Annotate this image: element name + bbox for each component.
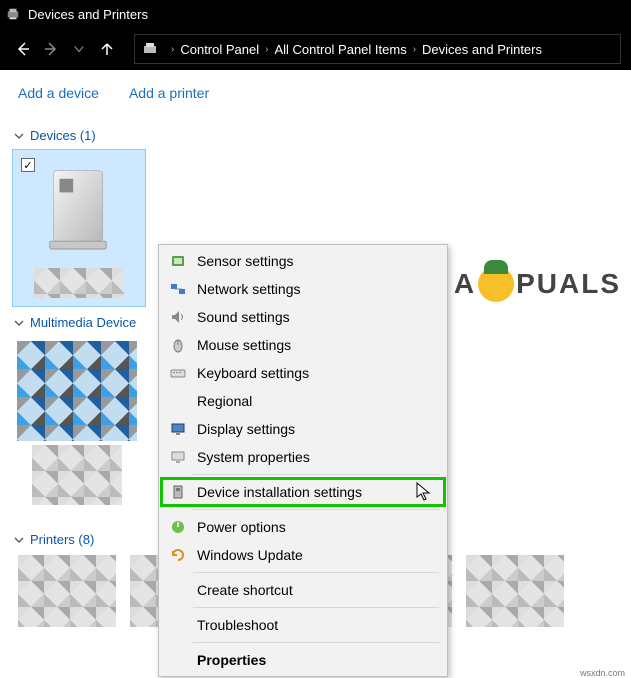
printer-icon xyxy=(141,40,159,58)
system-icon xyxy=(167,448,189,466)
device-label xyxy=(17,445,137,505)
command-bar: Add a device Add a printer xyxy=(0,70,631,116)
menu-label: System properties xyxy=(197,449,310,465)
menu-label: Troubleshoot xyxy=(197,617,278,633)
chevron-right-icon[interactable]: › xyxy=(171,44,174,55)
blank-icon xyxy=(167,392,189,410)
section-multimedia-label: Multimedia Device xyxy=(30,315,136,330)
device-computer-icon xyxy=(17,154,141,264)
device-label xyxy=(17,268,141,302)
section-devices-header[interactable]: Devices (1) xyxy=(12,128,619,143)
chevron-down-icon xyxy=(12,316,26,330)
menu-label: Properties xyxy=(197,652,266,668)
device-multimedia-icon xyxy=(17,341,137,441)
add-device-link[interactable]: Add a device xyxy=(18,85,99,101)
watermark-text: A xyxy=(454,268,476,300)
power-icon xyxy=(167,518,189,536)
menu-sensor-settings[interactable]: Sensor settings xyxy=(161,247,445,275)
menu-device-installation-settings[interactable]: Device installation settings xyxy=(161,478,445,506)
blank-icon xyxy=(167,616,189,634)
menu-create-shortcut[interactable]: Create shortcut xyxy=(161,576,445,604)
menu-system-properties[interactable]: System properties xyxy=(161,443,445,471)
blank-icon xyxy=(167,581,189,599)
context-menu: Sensor settings Network settings Sound s… xyxy=(158,244,448,677)
menu-mouse-settings[interactable]: Mouse settings xyxy=(161,331,445,359)
menu-label: Device installation settings xyxy=(197,484,362,500)
chevron-right-icon[interactable]: › xyxy=(265,44,268,55)
menu-power-options[interactable]: Power options xyxy=(161,513,445,541)
menu-separator xyxy=(193,572,439,573)
device-tile[interactable] xyxy=(12,336,142,510)
section-printers-label: Printers (8) xyxy=(30,532,94,547)
menu-separator xyxy=(193,509,439,510)
title-bar: Devices and Printers xyxy=(0,0,631,28)
menu-separator xyxy=(193,474,439,475)
window-title: Devices and Printers xyxy=(28,7,148,22)
mascot-icon xyxy=(478,266,514,302)
breadcrumb-segment[interactable]: All Control Panel Items xyxy=(274,42,406,57)
menu-label: Keyboard settings xyxy=(197,365,309,381)
chevron-down-icon xyxy=(12,533,26,547)
watermark-text: PUALS xyxy=(516,268,621,300)
update-icon xyxy=(167,546,189,564)
menu-troubleshoot[interactable]: Troubleshoot xyxy=(161,611,445,639)
mouse-icon xyxy=(167,336,189,354)
forward-button[interactable] xyxy=(38,36,64,62)
device-tile[interactable]: ✓ xyxy=(12,149,146,307)
network-icon xyxy=(167,280,189,298)
menu-separator xyxy=(193,642,439,643)
watermark: A PUALS xyxy=(454,266,621,302)
menu-label: Sound settings xyxy=(197,309,290,325)
menu-properties[interactable]: Properties xyxy=(161,646,445,674)
device-checkbox[interactable]: ✓ xyxy=(21,158,35,172)
breadcrumb[interactable]: › Control Panel › All Control Panel Item… xyxy=(134,34,621,64)
menu-regional[interactable]: Regional xyxy=(161,387,445,415)
keyboard-icon xyxy=(167,364,189,382)
navigation-bar: › Control Panel › All Control Panel Item… xyxy=(0,28,631,70)
printer-tile[interactable] xyxy=(466,555,564,627)
menu-label: Power options xyxy=(197,519,286,535)
back-button[interactable] xyxy=(10,36,36,62)
menu-sound-settings[interactable]: Sound settings xyxy=(161,303,445,331)
menu-label: Mouse settings xyxy=(197,337,291,353)
devices-printers-icon xyxy=(6,7,20,21)
footer-watermark: wsxdn.com xyxy=(580,668,625,678)
add-printer-link[interactable]: Add a printer xyxy=(129,85,209,101)
menu-display-settings[interactable]: Display settings xyxy=(161,415,445,443)
menu-label: Regional xyxy=(197,393,252,409)
menu-network-settings[interactable]: Network settings xyxy=(161,275,445,303)
up-button[interactable] xyxy=(94,36,120,62)
blank-icon xyxy=(167,651,189,669)
menu-label: Create shortcut xyxy=(197,582,293,598)
printer-tile[interactable] xyxy=(18,555,116,627)
menu-keyboard-settings[interactable]: Keyboard settings xyxy=(161,359,445,387)
chevron-down-icon xyxy=(12,129,26,143)
menu-label: Display settings xyxy=(197,421,295,437)
menu-separator xyxy=(193,607,439,608)
menu-windows-update[interactable]: Windows Update xyxy=(161,541,445,569)
recent-locations-button[interactable] xyxy=(66,36,92,62)
section-devices-label: Devices (1) xyxy=(30,128,96,143)
breadcrumb-segment[interactable]: Devices and Printers xyxy=(422,42,542,57)
chevron-right-icon[interactable]: › xyxy=(413,44,416,55)
menu-label: Sensor settings xyxy=(197,253,294,269)
breadcrumb-segment[interactable]: Control Panel xyxy=(180,42,259,57)
sensor-icon xyxy=(167,252,189,270)
sound-icon xyxy=(167,308,189,326)
display-icon xyxy=(167,420,189,438)
device-install-icon xyxy=(167,483,189,501)
menu-label: Network settings xyxy=(197,281,300,297)
menu-label: Windows Update xyxy=(197,547,303,563)
